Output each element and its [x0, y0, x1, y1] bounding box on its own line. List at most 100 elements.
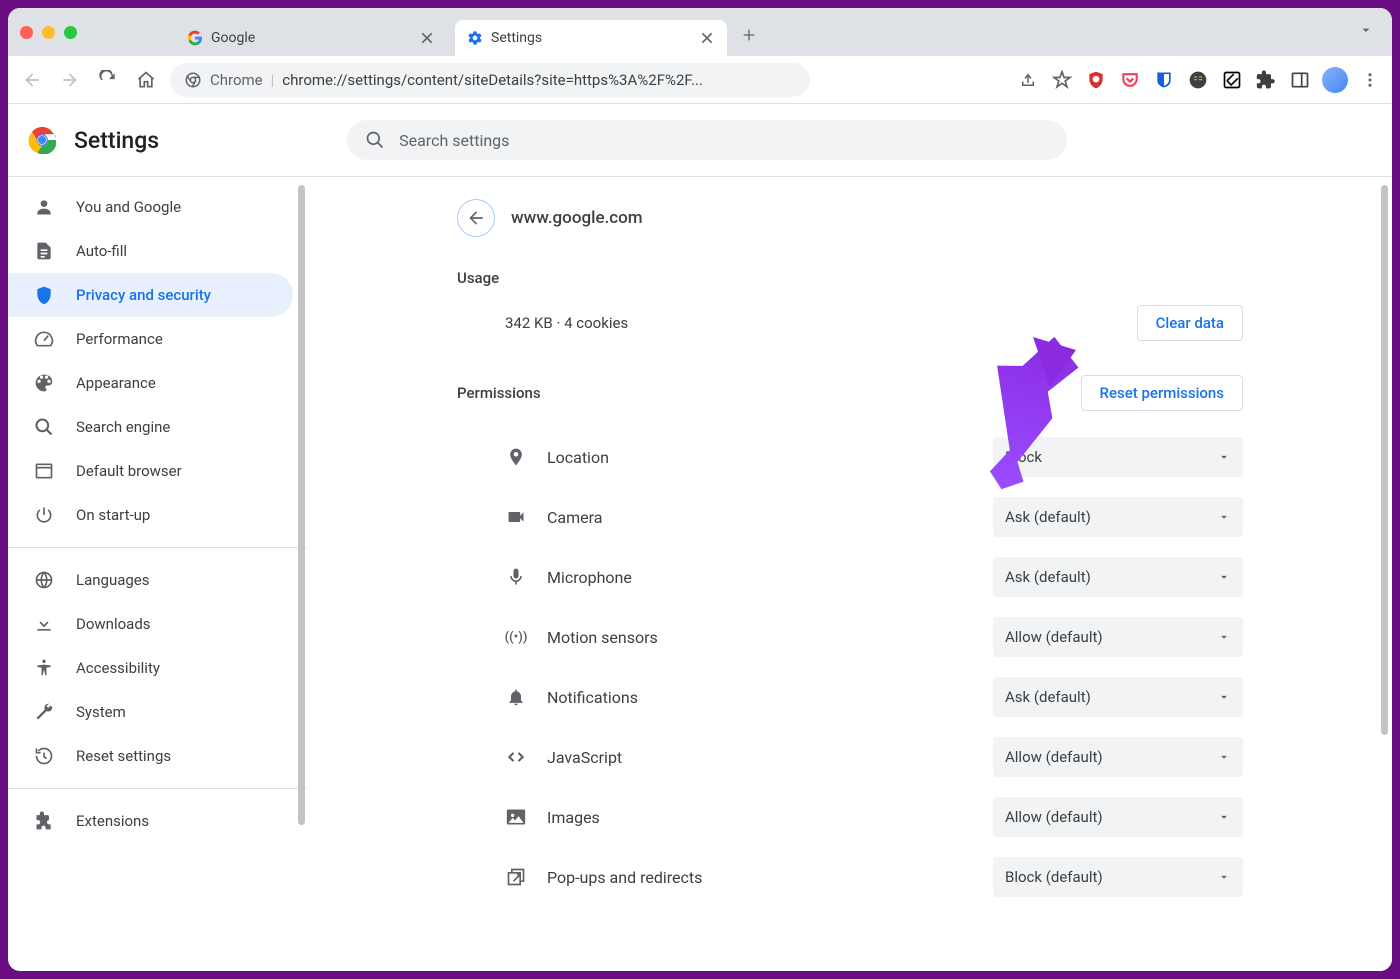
sidebar-item-extensions[interactable]: Extensions [8, 799, 293, 843]
perm-select-microphone[interactable]: Ask (default) [993, 557, 1243, 597]
sidebar-item-system[interactable]: System [8, 690, 293, 734]
chrome-icon [184, 71, 202, 89]
perm-row-images: Images Allow (default) [457, 787, 1243, 847]
sidebar-item-appearance[interactable]: Appearance [8, 361, 293, 405]
perm-select-location[interactable]: Block [993, 437, 1243, 477]
image-icon [505, 806, 527, 828]
perm-row-motion: ((•)) Motion sensors Allow (default) [457, 607, 1243, 667]
perm-select-notifications[interactable]: Ask (default) [993, 677, 1243, 717]
address-bar[interactable]: Chrome | chrome://settings/content/siteD… [170, 63, 810, 97]
panel-header: www.google.com [457, 191, 1243, 257]
shield-icon [34, 285, 54, 305]
main-scrollbar[interactable] [1381, 185, 1388, 735]
sidebar-label: Search engine [76, 418, 170, 436]
search-icon [365, 130, 385, 150]
bell-icon [505, 686, 527, 708]
sidebar-scrollbar[interactable] [298, 185, 305, 825]
sidebar-item-downloads[interactable]: Downloads [8, 602, 293, 646]
forward-button[interactable] [56, 66, 84, 94]
sidebar-label: System [76, 703, 126, 721]
code-icon [505, 746, 527, 768]
chevron-down-icon [1217, 630, 1231, 644]
home-button[interactable] [132, 66, 160, 94]
tab-google[interactable]: Google [175, 20, 447, 56]
sidebar-label: Appearance [76, 374, 156, 392]
close-window[interactable] [20, 26, 33, 39]
sidebar-label: Languages [76, 571, 150, 589]
sidebar-label: Performance [76, 330, 163, 348]
settings-favicon [467, 30, 483, 46]
sidebar-item-autofill[interactable]: Auto-fill [8, 229, 293, 273]
perm-select-javascript[interactable]: Allow (default) [993, 737, 1243, 777]
perm-select-camera[interactable]: Ask (default) [993, 497, 1243, 537]
extension-icon [34, 811, 54, 831]
bitwarden-icon[interactable] [1152, 68, 1176, 92]
perm-row-camera: Camera Ask (default) [457, 487, 1243, 547]
divider [8, 547, 307, 548]
close-tab-icon[interactable] [419, 30, 435, 46]
extension-icon-1[interactable] [1186, 68, 1210, 92]
tabs-dropdown-icon[interactable] [1358, 22, 1374, 42]
sidebar-label: Extensions [76, 812, 149, 830]
pocket-icon[interactable] [1118, 68, 1142, 92]
extensions-icon[interactable] [1254, 68, 1278, 92]
sidebar-item-search-engine[interactable]: Search engine [8, 405, 293, 449]
permissions-header: Permissions Reset permissions [457, 365, 1243, 427]
sidebar-label: Auto-fill [76, 242, 127, 260]
browser-toolbar: Chrome | chrome://settings/content/siteD… [8, 56, 1392, 104]
sidebar-item-you-and-google[interactable]: You and Google [8, 185, 293, 229]
profile-avatar[interactable] [1322, 67, 1348, 93]
clear-data-button[interactable]: Clear data [1137, 305, 1243, 341]
perm-select-popups[interactable]: Block (default) [993, 857, 1243, 897]
tab-settings[interactable]: Settings [455, 20, 727, 56]
tab-strip: Google Settings [8, 8, 1392, 56]
perm-label: JavaScript [547, 748, 973, 767]
tab-label: Google [211, 30, 411, 46]
back-button[interactable] [18, 66, 46, 94]
perm-row-location: Location Block [457, 427, 1243, 487]
maximize-window[interactable] [64, 26, 77, 39]
perm-select-images[interactable]: Allow (default) [993, 797, 1243, 837]
search-settings-input[interactable]: Search settings [347, 120, 1067, 160]
new-tab-button[interactable] [735, 21, 763, 49]
browser-icon [34, 461, 54, 481]
camera-icon [505, 506, 527, 528]
sidebar-item-reset[interactable]: Reset settings [8, 734, 293, 778]
close-tab-icon[interactable] [699, 30, 715, 46]
sidebar-item-on-startup[interactable]: On start-up [8, 493, 293, 537]
perm-label: Notifications [547, 688, 973, 707]
reset-permissions-button[interactable]: Reset permissions [1081, 375, 1243, 411]
site-hostname: www.google.com [511, 208, 643, 228]
panel-back-button[interactable] [457, 199, 495, 237]
sidebar-item-accessibility[interactable]: Accessibility [8, 646, 293, 690]
url-prefix: Chrome [210, 71, 263, 89]
ublock-icon[interactable] [1084, 68, 1108, 92]
browser-window: Google Settings Chrome | chrome://settin… [8, 8, 1392, 971]
globe-icon [34, 570, 54, 590]
sidebar-label: Accessibility [76, 659, 160, 677]
sidebar-item-privacy[interactable]: Privacy and security [8, 273, 293, 317]
settings-main: www.google.com Usage 342 KB · 4 cookies … [308, 177, 1392, 971]
chevron-down-icon [1217, 870, 1231, 884]
sidebar-item-languages[interactable]: Languages [8, 558, 293, 602]
sidepanel-icon[interactable] [1288, 68, 1312, 92]
menu-icon[interactable] [1358, 68, 1382, 92]
minimize-window[interactable] [42, 26, 55, 39]
motion-sensors-icon: ((•)) [505, 626, 527, 648]
settings-page: Settings Search settings You and Google … [8, 104, 1392, 971]
chevron-down-icon [1217, 810, 1231, 824]
settings-title: Settings [74, 127, 159, 154]
window-controls [20, 26, 77, 39]
reload-button[interactable] [94, 66, 122, 94]
perm-row-microphone: Microphone Ask (default) [457, 547, 1243, 607]
sidebar-item-default-browser[interactable]: Default browser [8, 449, 293, 493]
star-icon[interactable] [1050, 68, 1074, 92]
extension-icon-2[interactable] [1220, 68, 1244, 92]
chevron-down-icon [1217, 690, 1231, 704]
settings-sidebar: You and Google Auto-fill Privacy and sec… [8, 177, 308, 971]
perm-select-motion[interactable]: Allow (default) [993, 617, 1243, 657]
tab-label: Settings [491, 30, 691, 46]
share-icon[interactable] [1016, 68, 1040, 92]
autofill-icon [34, 241, 54, 261]
sidebar-item-performance[interactable]: Performance [8, 317, 293, 361]
